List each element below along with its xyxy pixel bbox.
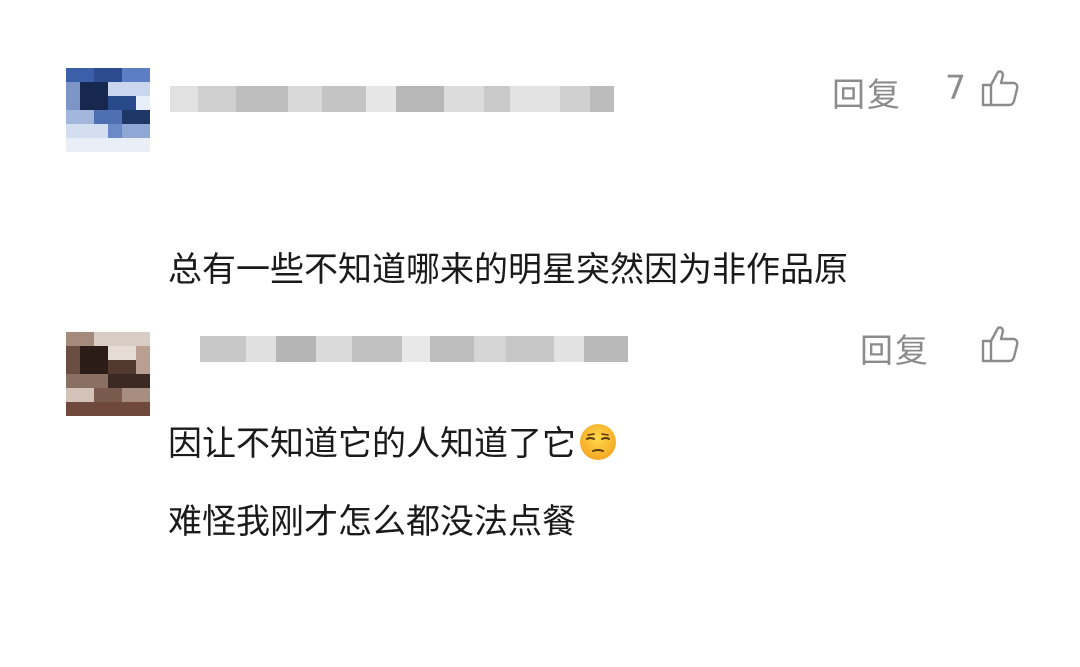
like-count: 7 <box>945 68 966 107</box>
reply-button[interactable]: 回复 <box>860 324 930 372</box>
comment-text: 难怪我刚才怎么都没法点餐 <box>168 377 1018 667</box>
reply-button[interactable]: 回复 <box>832 68 902 116</box>
thumbs-up-icon[interactable] <box>980 324 1020 364</box>
username-blurred[interactable] <box>170 86 620 112</box>
comment-item: 回复 7 总有一些不知道哪来的明星突然因为非作品原 因让不知道它的人知道了它 <box>0 0 1080 464</box>
username-blurred[interactable] <box>200 336 650 362</box>
comment-text-line: 难怪我刚才怎么都没法点餐 <box>168 502 576 542</box>
thumbs-up-icon[interactable] <box>980 68 1020 108</box>
comment-item: 回复 难怪我刚才怎么都没法点餐 <box>0 300 1080 542</box>
comment-text-line: 总有一些不知道哪来的明星突然因为非作品原 <box>168 250 848 290</box>
avatar[interactable] <box>66 332 150 416</box>
avatar[interactable] <box>66 68 150 152</box>
